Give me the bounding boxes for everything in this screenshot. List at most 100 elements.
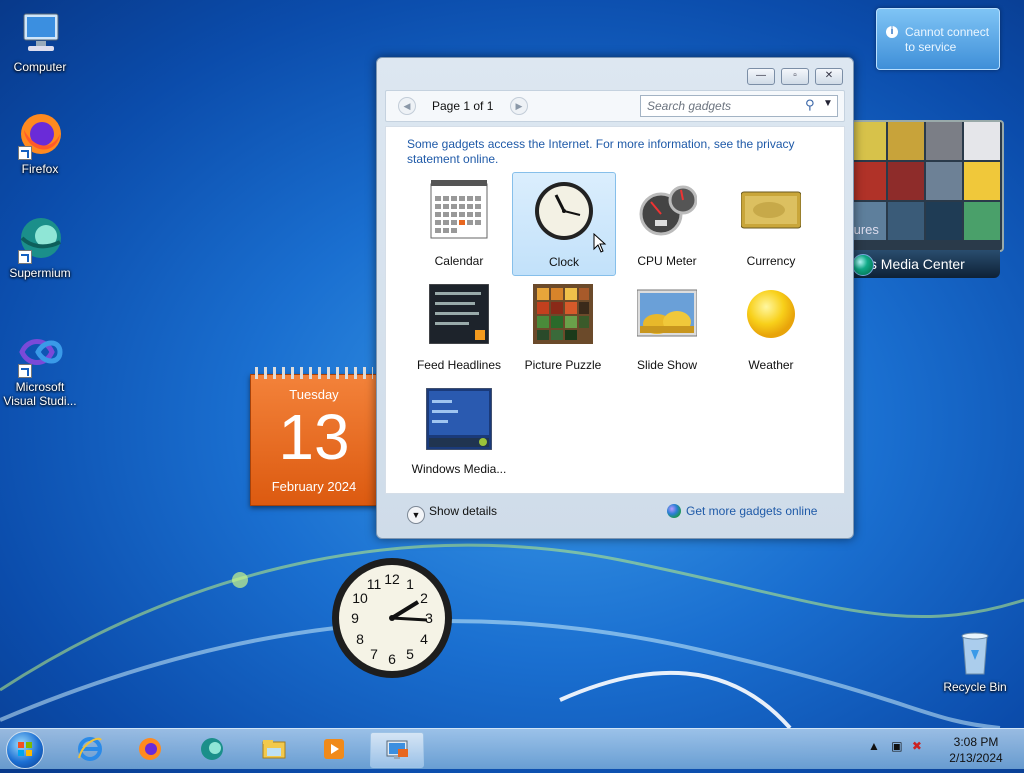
gadget-label: Clock (548, 255, 579, 269)
media-center-gadget[interactable]: tures ows Media Center (848, 120, 1004, 282)
gadget-label: Weather (748, 358, 794, 372)
notification-balloon[interactable]: i Cannot connect to service (876, 8, 1000, 70)
gadget-label: CPU Meter (637, 254, 697, 268)
media-center-tiles: tures (848, 120, 1004, 252)
cpu-meter-icon (637, 180, 698, 240)
svg-text:7: 7 (370, 646, 378, 662)
svg-text:12: 12 (384, 571, 400, 587)
taskbar-file-explorer[interactable] (248, 732, 300, 766)
desktop-icon-supermium[interactable]: Supermium (0, 216, 80, 280)
chevron-down-icon: ▼ (407, 506, 425, 524)
globe-icon (667, 504, 681, 518)
gadget-label: Picture Puzzle (524, 358, 602, 372)
supermium-icon (201, 738, 223, 760)
network-icon[interactable]: ▣ (891, 739, 902, 753)
gadget-item-slide-show[interactable]: Slide Show (616, 276, 718, 378)
gadget-gallery-window[interactable]: — ▫ ✕ ◀ Page 1 of 1 ▶ Search gadgets ⚲ ▼… (376, 57, 854, 539)
shortcut-arrow-icon (18, 146, 32, 160)
desktop-icon-computer[interactable]: Computer (0, 10, 80, 74)
gadget-label: Windows Media... (411, 462, 507, 476)
clock-gadget[interactable]: 12 1 2 3 4567 8 9 10 11 (330, 556, 454, 680)
gadget-label: Feed Headlines (416, 358, 502, 372)
taskbar-supermium[interactable] (186, 732, 238, 766)
gadget-item-calendar[interactable]: Calendar (408, 172, 510, 274)
taskbar-gadgets[interactable] (370, 732, 424, 768)
clock-time: 3:08 PM (953, 735, 999, 749)
get-more-gadgets-link[interactable]: Get more gadgets online (667, 504, 817, 518)
gadget-item-picture-puzzle[interactable]: Picture Puzzle (512, 276, 614, 378)
weather-sun-icon (741, 284, 801, 344)
desktop-icon-label: Recycle Bin (943, 680, 1007, 694)
media-center-icon (425, 387, 493, 451)
svg-text:8: 8 (356, 631, 364, 647)
svg-text:1: 1 (406, 576, 414, 592)
search-icon[interactable]: ⚲ (805, 97, 815, 113)
desktop-icon-firefox[interactable]: Firefox (0, 112, 80, 176)
previous-page-button[interactable]: ◀ (398, 97, 416, 115)
calendar-gadget[interactable]: Tuesday 13 February 2024 (250, 367, 378, 506)
supermium-icon (16, 216, 64, 264)
desktop-icon-recycle-bin[interactable]: Recycle Bin (935, 630, 1015, 694)
search-placeholder: Search gadgets (647, 99, 732, 113)
get-more-gadgets-label: Get more gadgets online (686, 504, 818, 518)
picture-puzzle-icon (533, 284, 593, 344)
minimize-button[interactable]: — (747, 68, 775, 85)
gadget-item-feed-headlines[interactable]: Feed Headlines (408, 276, 510, 378)
recycle-bin-icon (951, 630, 999, 678)
gadgets-icon (386, 740, 408, 759)
desktop-icon-label: Computer (13, 60, 67, 74)
feed-headlines-icon (428, 283, 490, 345)
svg-text:3: 3 (425, 610, 433, 626)
svg-text:11: 11 (367, 576, 382, 592)
gadget-item-cpu-meter[interactable]: CPU Meter (616, 172, 718, 274)
gadget-item-weather[interactable]: Weather (720, 276, 822, 378)
firefox-icon (16, 112, 64, 160)
windows-logo-icon (18, 742, 32, 756)
clock-icon (534, 181, 594, 241)
gadget-item-currency[interactable]: Currency (720, 172, 822, 274)
desktop-icon-label: Firefox (21, 162, 59, 176)
gallery-footer: ▼ Show details Get more gadgets online (385, 494, 843, 530)
gadget-list: Some gadgets access the Internet. For mo… (385, 126, 845, 494)
gadget-item-windows-media-center[interactable]: Windows Media... (408, 380, 510, 482)
analog-clock-face: 12 12 3 4567 8 9 1011 (332, 558, 452, 678)
windows-orb-icon (852, 254, 874, 276)
taskbar-media-player[interactable] (308, 732, 360, 766)
volume-muted-icon[interactable]: ✖ (912, 739, 922, 753)
desktop-icon-visual-studio[interactable]: Microsoft Visual Studi... (0, 330, 80, 408)
svg-text:5: 5 (406, 646, 414, 662)
taskbar-internet-explorer[interactable] (64, 732, 116, 766)
gadget-label: Calendar (434, 254, 484, 268)
computer-icon (16, 10, 64, 58)
file-explorer-icon (262, 740, 286, 759)
desktop-icon-label: Supermium (9, 266, 71, 280)
firefox-icon (139, 738, 161, 760)
restore-button[interactable]: ▫ (781, 68, 809, 85)
svg-text:10: 10 (352, 590, 368, 606)
media-center-bar: ows Media Center (848, 250, 1000, 278)
next-page-button[interactable]: ▶ (510, 97, 528, 115)
mouse-cursor-icon (593, 233, 607, 253)
notification-text: Cannot connect to service (905, 25, 990, 54)
shortcut-arrow-icon (18, 364, 32, 378)
svg-text:2: 2 (420, 590, 428, 606)
start-button[interactable] (6, 731, 44, 769)
calendar-rings (255, 367, 373, 379)
show-hidden-icons-button[interactable]: ▲ (868, 739, 880, 753)
page-indicator: Page 1 of 1 (432, 99, 494, 113)
svg-text:6: 6 (388, 651, 396, 667)
taskbar-clock[interactable]: 3:08 PM 2/13/2024 (940, 734, 1012, 766)
privacy-notice-link[interactable]: Some gadgets access the Internet. For mo… (407, 137, 827, 167)
svg-text:9: 9 (351, 610, 359, 626)
search-gadgets-input[interactable]: Search gadgets ⚲ ▼ (640, 95, 838, 117)
calendar-icon (429, 180, 489, 240)
gallery-toolbar: ◀ Page 1 of 1 ▶ Search gadgets ⚲ ▼ (385, 90, 845, 122)
show-details-button[interactable]: ▼ Show details (407, 504, 497, 524)
show-details-label: Show details (429, 504, 498, 518)
gadget-item-clock[interactable]: Clock (512, 172, 616, 276)
close-button[interactable]: ✕ (815, 68, 843, 85)
chevron-down-icon[interactable]: ▼ (823, 98, 833, 109)
taskbar-firefox[interactable] (124, 732, 176, 766)
currency-icon (740, 180, 802, 240)
slide-show-icon (636, 284, 698, 344)
